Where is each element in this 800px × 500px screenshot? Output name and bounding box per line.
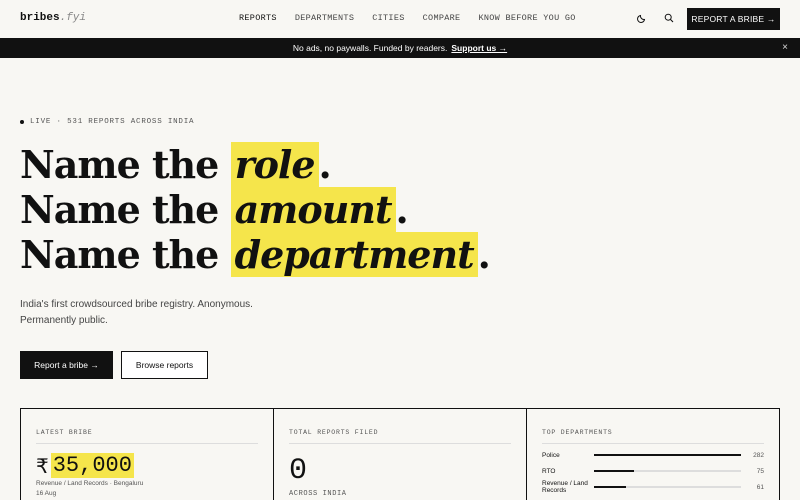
hero-headline: Name the role. Name the amount. Name the… xyxy=(20,142,491,277)
highlight-department: department xyxy=(230,232,478,277)
latest-bribe-label: LATEST BRIBE xyxy=(36,429,258,444)
headline-line-department: Name the department. xyxy=(20,232,491,277)
main-nav: REPORTS DEPARTMENTS CITIES COMPARE KNOW … xyxy=(239,13,594,23)
site-header: bribes.fyi REPORTS DEPARTMENTS CITIES CO… xyxy=(0,0,800,38)
amount-value: 35,000 xyxy=(50,453,134,478)
department-bar xyxy=(594,454,741,456)
banner-close-icon[interactable]: × xyxy=(782,42,788,53)
live-status: LIVE · 531 REPORTS ACROSS INDIA xyxy=(20,118,194,126)
top-departments-card: TOP DEPARTMENTS Police 282 RTO 75 Revenu… xyxy=(527,409,779,500)
latest-bribe-category: Revenue / Land Records · Bengaluru xyxy=(36,480,144,487)
department-bar xyxy=(594,470,741,472)
department-row[interactable]: RTO 75 xyxy=(542,466,764,476)
department-count: 282 xyxy=(753,451,764,459)
browse-reports-button[interactable]: Browse reports xyxy=(121,351,208,379)
banner-text: No ads, no paywalls. Funded by readers. xyxy=(292,43,448,53)
department-bar-fill xyxy=(594,486,627,488)
nav-departments[interactable]: DEPARTMENTS xyxy=(295,13,354,23)
nav-compare[interactable]: COMPARE xyxy=(423,13,461,23)
logo-ext: .fyi xyxy=(59,12,87,24)
nav-reports[interactable]: REPORTS xyxy=(239,13,277,23)
total-reports-card: TOTAL REPORTS FILED 0 ACROSS INDIA xyxy=(274,409,527,500)
latest-bribe-card[interactable]: LATEST BRIBE ₹35,000 Revenue / Land Reco… xyxy=(21,409,274,500)
report-bribe-header-button[interactable]: REPORT A BRIBE → xyxy=(687,8,780,30)
highlight-amount: amount xyxy=(230,187,396,232)
latest-bribe-date: 16 Aug xyxy=(36,490,57,497)
live-dot-icon xyxy=(20,120,24,124)
department-bar-fill xyxy=(594,454,741,456)
highlight-role: role xyxy=(230,142,319,187)
headline-line-role: Name the role. xyxy=(20,142,332,187)
total-reports-label: TOTAL REPORTS FILED xyxy=(289,429,511,444)
support-banner: No ads, no paywalls. Funded by readers. … xyxy=(0,38,800,58)
top-departments-label: TOP DEPARTMENTS xyxy=(542,429,764,444)
department-row[interactable]: Revenue / Land Records 61 xyxy=(542,480,764,494)
headline-line-amount: Name the amount. xyxy=(20,187,409,232)
latest-bribe-amount: ₹35,000 xyxy=(36,453,258,478)
department-count: 61 xyxy=(756,483,764,491)
logo-name: bribes xyxy=(20,12,60,24)
stats-cards: LATEST BRIBE ₹35,000 Revenue / Land Reco… xyxy=(20,408,780,500)
search-icon[interactable] xyxy=(661,10,677,26)
hero-subtitle: India's first crowdsourced bribe registr… xyxy=(20,299,253,326)
support-link[interactable]: Support us → xyxy=(451,43,507,53)
live-status-text: LIVE · 531 REPORTS ACROSS INDIA xyxy=(30,118,195,126)
total-reports-sub: ACROSS INDIA xyxy=(289,490,347,498)
department-name: Police xyxy=(542,451,560,459)
department-count: 75 xyxy=(756,467,764,475)
total-reports-value: 0 xyxy=(289,454,308,488)
department-bar xyxy=(594,486,741,488)
theme-toggle-icon[interactable] xyxy=(634,10,650,26)
department-row[interactable]: Police 282 xyxy=(542,450,764,460)
report-bribe-button[interactable]: Report a bribe → xyxy=(20,351,113,379)
nav-know-before-you-go[interactable]: KNOW BEFORE YOU GO xyxy=(478,13,575,23)
department-name: Revenue / Land Records xyxy=(542,480,588,494)
department-name: RTO xyxy=(542,467,556,475)
department-bar-fill xyxy=(594,470,634,472)
currency-symbol: ₹ xyxy=(36,453,49,478)
site-logo[interactable]: bribes.fyi xyxy=(20,12,86,24)
nav-cities[interactable]: CITIES xyxy=(372,13,404,23)
